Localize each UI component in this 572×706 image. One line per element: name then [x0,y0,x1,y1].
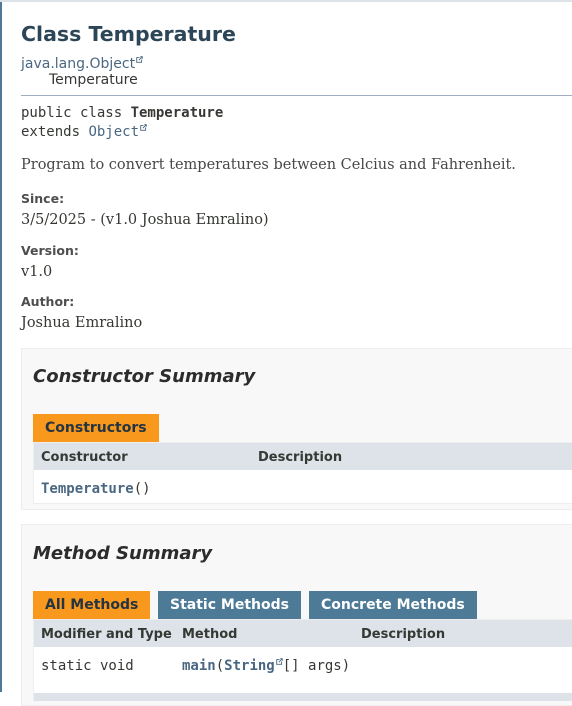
table-footer-band [34,693,572,701]
class-signature: public class Temperature extends Object [21,104,223,142]
method-table: Modifier and Type Method Description sta… [33,619,572,701]
table-row: main(String [] args) [182,658,350,674]
constructor-summary-heading: Constructor Summary [33,366,256,387]
table-header: Constructor Description [34,443,572,470]
class-description: Program to convert temperatures between … [21,157,516,173]
method-summary-heading: Method Summary [33,543,213,564]
table-header: Modifier and Type Method Description [34,620,572,647]
external-link-icon [275,658,283,665]
tab-constructors[interactable]: Constructors [33,414,159,442]
signature-modifiers: public class [21,105,131,121]
method-summary-section: Method Summary All Methods Static Method… [21,524,572,706]
since-value: 3/5/2025 - (v1.0 Joshua Emralino) [21,212,269,228]
constructor-table: Constructor Description Temperature() [33,442,572,504]
tab-concrete-methods[interactable]: Concrete Methods [309,591,477,619]
page-title: Class Temperature [21,22,236,46]
signature-extends: extends [21,124,89,140]
left-border [0,0,2,692]
column-header-description: Description [258,450,343,465]
author-label: Author: [21,294,75,309]
column-header-method: Method [182,627,238,642]
tab-all-methods[interactable]: All Methods [33,591,151,619]
since-label: Since: [21,191,65,206]
tab-static-methods[interactable]: Static Methods [158,591,301,619]
version-label: Version: [21,243,79,258]
column-header-modifier: Modifier and Type [41,627,172,642]
superclass-link[interactable]: Object [88,124,139,140]
top-border [0,0,572,2]
method-open-paren: ( [215,658,225,674]
table-row: Temperature() [41,481,151,497]
method-params: [] args) [282,658,351,674]
divider [21,95,572,96]
author-value: Joshua Emralino [21,315,143,331]
column-header-description: Description [361,627,446,642]
main-method-link[interactable]: main [182,658,216,674]
external-link-icon [136,56,143,63]
inheritance-class: Temperature [49,72,138,88]
constructor-link[interactable]: Temperature [41,481,134,497]
signature-class-name: Temperature [130,105,224,121]
method-modifier: static void [41,658,134,674]
version-value: v1.0 [21,264,53,280]
string-type-link[interactable]: String [224,658,275,674]
column-header-constructor: Constructor [41,450,128,465]
constructor-summary-section: Constructor Summary Constructors Constru… [21,348,572,510]
java-lang-object-link[interactable]: java.lang.Object [21,56,135,72]
external-link-icon [140,124,147,131]
constructor-params: () [133,481,151,497]
inheritance-root: java.lang.Object [21,56,143,72]
